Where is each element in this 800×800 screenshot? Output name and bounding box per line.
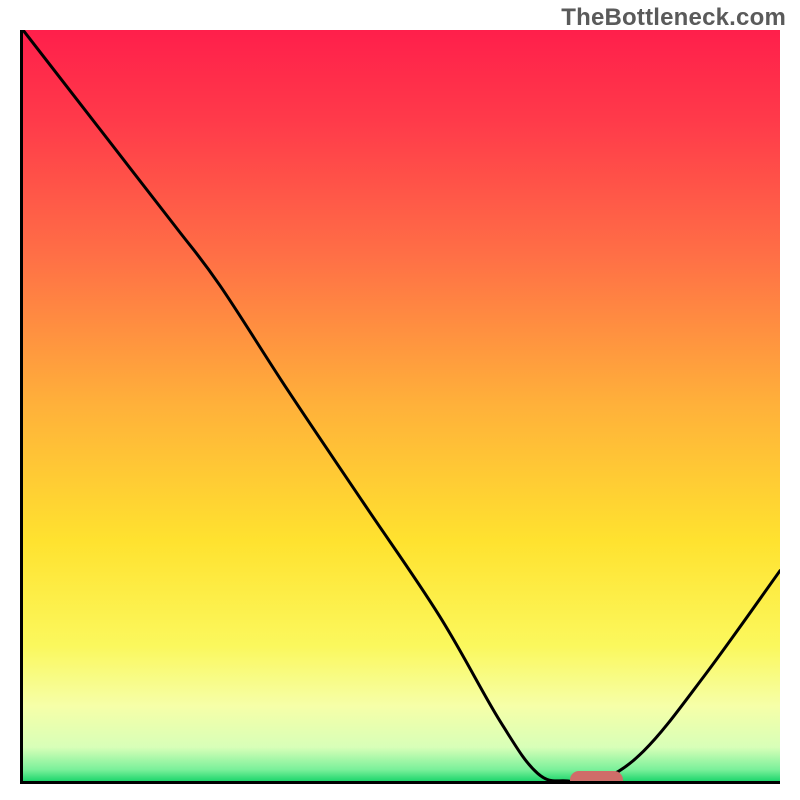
bottleneck-curve xyxy=(23,30,780,781)
optimal-marker xyxy=(570,771,623,784)
plot-area xyxy=(20,30,780,784)
watermark-text: TheBottleneck.com xyxy=(561,4,786,32)
